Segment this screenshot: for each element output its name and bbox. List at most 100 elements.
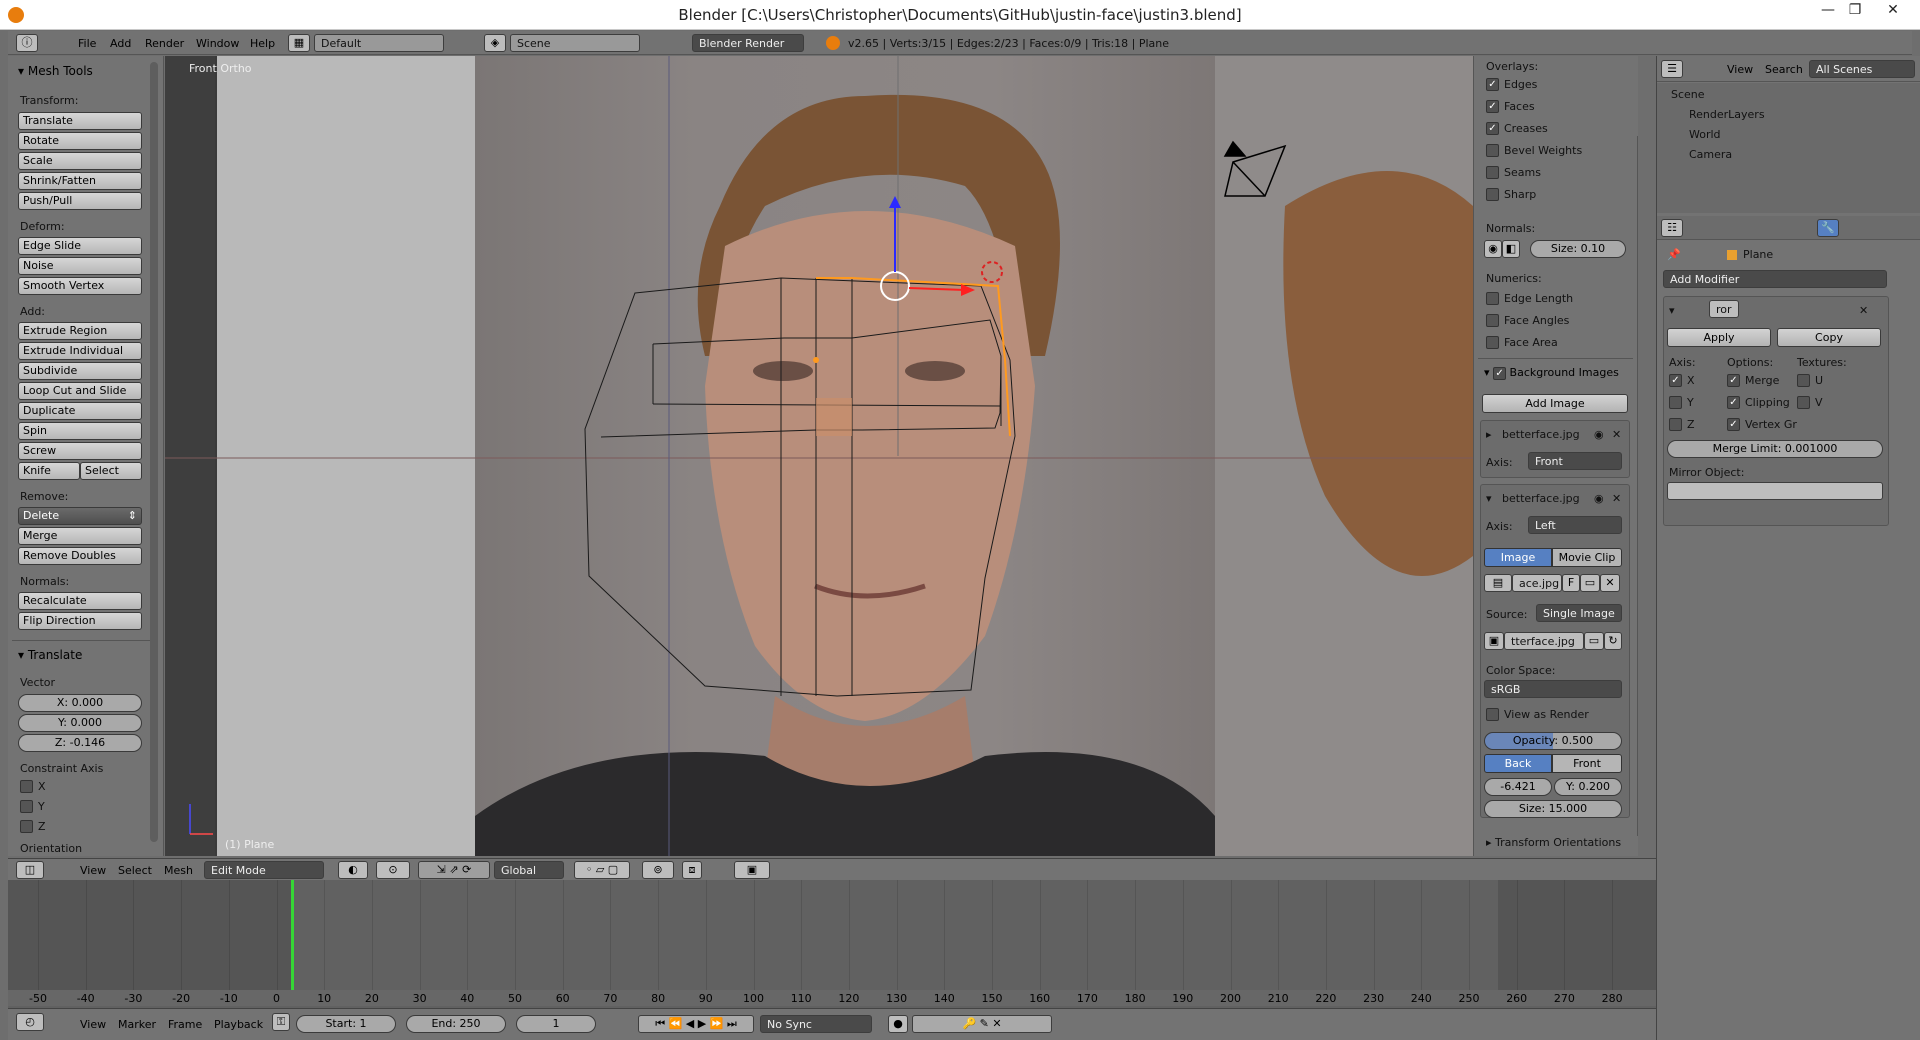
mode-select[interactable]: Edit Mode bbox=[204, 861, 324, 879]
push-pull-button[interactable]: Push/Pull bbox=[18, 192, 142, 210]
remove-image-icon[interactable]: ✕ bbox=[1612, 428, 1621, 441]
view-as-render-checkbox[interactable] bbox=[1486, 708, 1499, 721]
properties-editor-icon[interactable]: ☷ bbox=[1661, 219, 1683, 237]
mirror-z-checkbox[interactable] bbox=[1669, 418, 1682, 431]
merge-checkbox[interactable]: ✓ bbox=[1727, 374, 1740, 387]
collapse-arrow-icon[interactable]: ▾ bbox=[1486, 492, 1492, 505]
remove-modifier-icon[interactable]: ✕ bbox=[1859, 304, 1868, 317]
flip-direction-button[interactable]: Flip Direction bbox=[18, 612, 142, 630]
collapse-arrow-icon[interactable]: ▾ bbox=[1669, 304, 1675, 317]
edge-slide-button[interactable]: Edge Slide bbox=[18, 237, 142, 255]
view-menu[interactable]: View bbox=[80, 864, 106, 877]
scale-button[interactable]: Scale bbox=[18, 152, 142, 170]
outliner-item-scene[interactable]: Scene bbox=[1671, 88, 1705, 101]
duplicate-button[interactable]: Duplicate bbox=[18, 402, 142, 420]
screw-button[interactable]: Screw bbox=[18, 442, 142, 460]
knife-button[interactable]: Knife bbox=[18, 462, 80, 480]
vector-y-field[interactable]: Y: 0.000 bbox=[18, 714, 142, 732]
add-modifier-select[interactable]: Add Modifier bbox=[1663, 270, 1887, 288]
bg-image-2-axis-select[interactable]: Left bbox=[1528, 516, 1622, 534]
spin-button[interactable]: Spin bbox=[18, 422, 142, 440]
background-images-header[interactable]: ▾ ✓ Background Images bbox=[1484, 366, 1619, 380]
subdivide-button[interactable]: Subdivide bbox=[18, 362, 142, 380]
fake-user-button[interactable]: F bbox=[1562, 574, 1580, 592]
faces-checkbox[interactable]: ✓ bbox=[1486, 100, 1499, 113]
opacity-slider[interactable]: Opacity: 0.500 bbox=[1484, 732, 1622, 750]
reload-icon[interactable]: ↻ bbox=[1604, 632, 1622, 650]
constraint-y-checkbox[interactable] bbox=[20, 800, 33, 813]
translate-button[interactable]: Translate bbox=[18, 112, 142, 130]
extrude-region-button[interactable]: Extrude Region bbox=[18, 322, 142, 340]
mirror-y-checkbox[interactable] bbox=[1669, 396, 1682, 409]
close-button[interactable]: ✕ bbox=[1880, 2, 1906, 18]
edge-length-checkbox[interactable] bbox=[1486, 292, 1499, 305]
clipping-checkbox[interactable]: ✓ bbox=[1727, 396, 1740, 409]
shrink-fatten-button[interactable]: Shrink/Fatten bbox=[18, 172, 142, 190]
render-engine-select[interactable]: Blender Render bbox=[692, 34, 804, 52]
texture-u-checkbox[interactable] bbox=[1797, 374, 1810, 387]
end-frame-field[interactable]: End: 250 bbox=[406, 1015, 506, 1033]
vector-z-field[interactable]: Z: -0.146 bbox=[18, 734, 142, 752]
mirror-x-checkbox[interactable]: ✓ bbox=[1669, 374, 1682, 387]
x-offset-field[interactable]: -6.421 bbox=[1484, 778, 1552, 796]
background-images-checkbox[interactable]: ✓ bbox=[1493, 366, 1507, 380]
layout-field[interactable]: Default bbox=[314, 34, 444, 52]
render-preview-icon[interactable]: ▣ bbox=[734, 861, 770, 879]
sync-select[interactable]: No Sync bbox=[760, 1015, 872, 1033]
tl-playback-menu[interactable]: Playback bbox=[214, 1018, 263, 1031]
scene-field[interactable]: Scene bbox=[510, 34, 640, 52]
folder-icon[interactable]: ▭ bbox=[1584, 632, 1604, 650]
movie-clip-tab[interactable]: Movie Clip bbox=[1552, 548, 1622, 567]
modifier-wrench-tab-icon[interactable]: 🔧 bbox=[1817, 219, 1839, 237]
eye-icon[interactable]: ◉ bbox=[1594, 428, 1604, 441]
image-tab[interactable]: Image bbox=[1484, 548, 1552, 567]
current-frame-indicator[interactable] bbox=[291, 880, 294, 990]
vertex-groups-checkbox[interactable]: ✓ bbox=[1727, 418, 1740, 431]
face-angles-checkbox[interactable] bbox=[1486, 314, 1499, 327]
color-space-select[interactable]: sRGB bbox=[1484, 680, 1622, 698]
viewport-editor-icon[interactable]: ◫ bbox=[16, 861, 44, 879]
smooth-vertex-button[interactable]: Smooth Vertex bbox=[18, 277, 142, 295]
outliner-item-camera[interactable]: Camera bbox=[1689, 148, 1732, 161]
shading-icon[interactable]: ◐ bbox=[338, 861, 368, 879]
source-select[interactable]: Single Image bbox=[1536, 604, 1622, 622]
select-menu[interactable]: Select bbox=[118, 864, 152, 877]
proportional-edit-icon[interactable]: ⊚ bbox=[642, 861, 674, 879]
timeline[interactable]: -50 -40 -30 -20 -10 0 10 20 30 40 50 60 70 80 90 100 110… bbox=[8, 880, 1656, 1018]
timeline-editor-icon[interactable]: ◴ bbox=[16, 1013, 44, 1031]
sharp-checkbox[interactable] bbox=[1486, 188, 1499, 201]
remove-image-icon[interactable]: ✕ bbox=[1612, 492, 1621, 505]
start-frame-field[interactable]: Start: 1 bbox=[296, 1015, 396, 1033]
loop-cut-button[interactable]: Loop Cut and Slide bbox=[18, 382, 142, 400]
mesh-tools-header[interactable]: ▾ Mesh Tools bbox=[18, 64, 93, 78]
extrude-individual-button[interactable]: Extrude Individual bbox=[18, 342, 142, 360]
normal-size-field[interactable]: Size: 0.10 bbox=[1530, 240, 1626, 258]
outliner-filter-select[interactable]: All Scenes bbox=[1809, 60, 1915, 78]
face-normal-icon[interactable]: ◧ bbox=[1502, 240, 1520, 258]
vector-x-field[interactable]: X: 0.000 bbox=[18, 694, 142, 712]
layout-icon[interactable]: ▦ bbox=[288, 34, 310, 52]
edges-checkbox[interactable]: ✓ bbox=[1486, 78, 1499, 91]
record-icon[interactable]: ● bbox=[888, 1015, 908, 1033]
filepath-field[interactable]: tterface.jpg bbox=[1504, 632, 1584, 650]
remove-doubles-button[interactable]: Remove Doubles bbox=[18, 547, 142, 565]
add-image-button[interactable]: Add Image bbox=[1482, 394, 1628, 413]
keying-icon[interactable]: ⚿ bbox=[272, 1013, 290, 1031]
3d-viewport[interactable]: Front Ortho (1) Plane bbox=[165, 56, 1473, 856]
menu-help[interactable]: Help bbox=[250, 37, 275, 50]
outliner-editor-icon[interactable]: ☰ bbox=[1661, 60, 1683, 78]
rotate-button[interactable]: Rotate bbox=[18, 132, 142, 150]
playback-controls[interactable]: ⏮ ⏪ ◀ ▶ ⏩ ⏭ bbox=[638, 1015, 754, 1033]
snap-icon[interactable]: ⧈ bbox=[682, 861, 702, 879]
vertex-normal-icon[interactable]: ◉ bbox=[1484, 240, 1502, 258]
expand-arrow-icon[interactable]: ▸ bbox=[1486, 428, 1492, 441]
eye-icon[interactable]: ◉ bbox=[1594, 492, 1604, 505]
face-area-checkbox[interactable] bbox=[1486, 336, 1499, 349]
menu-window[interactable]: Window bbox=[196, 37, 239, 50]
merge-button[interactable]: Merge bbox=[18, 527, 142, 545]
maximize-button[interactable]: ❐ bbox=[1842, 2, 1868, 18]
info-editor-icon[interactable]: ⓘ bbox=[16, 34, 38, 52]
noise-button[interactable]: Noise bbox=[18, 257, 142, 275]
texture-v-checkbox[interactable] bbox=[1797, 396, 1810, 409]
tl-frame-menu[interactable]: Frame bbox=[168, 1018, 202, 1031]
